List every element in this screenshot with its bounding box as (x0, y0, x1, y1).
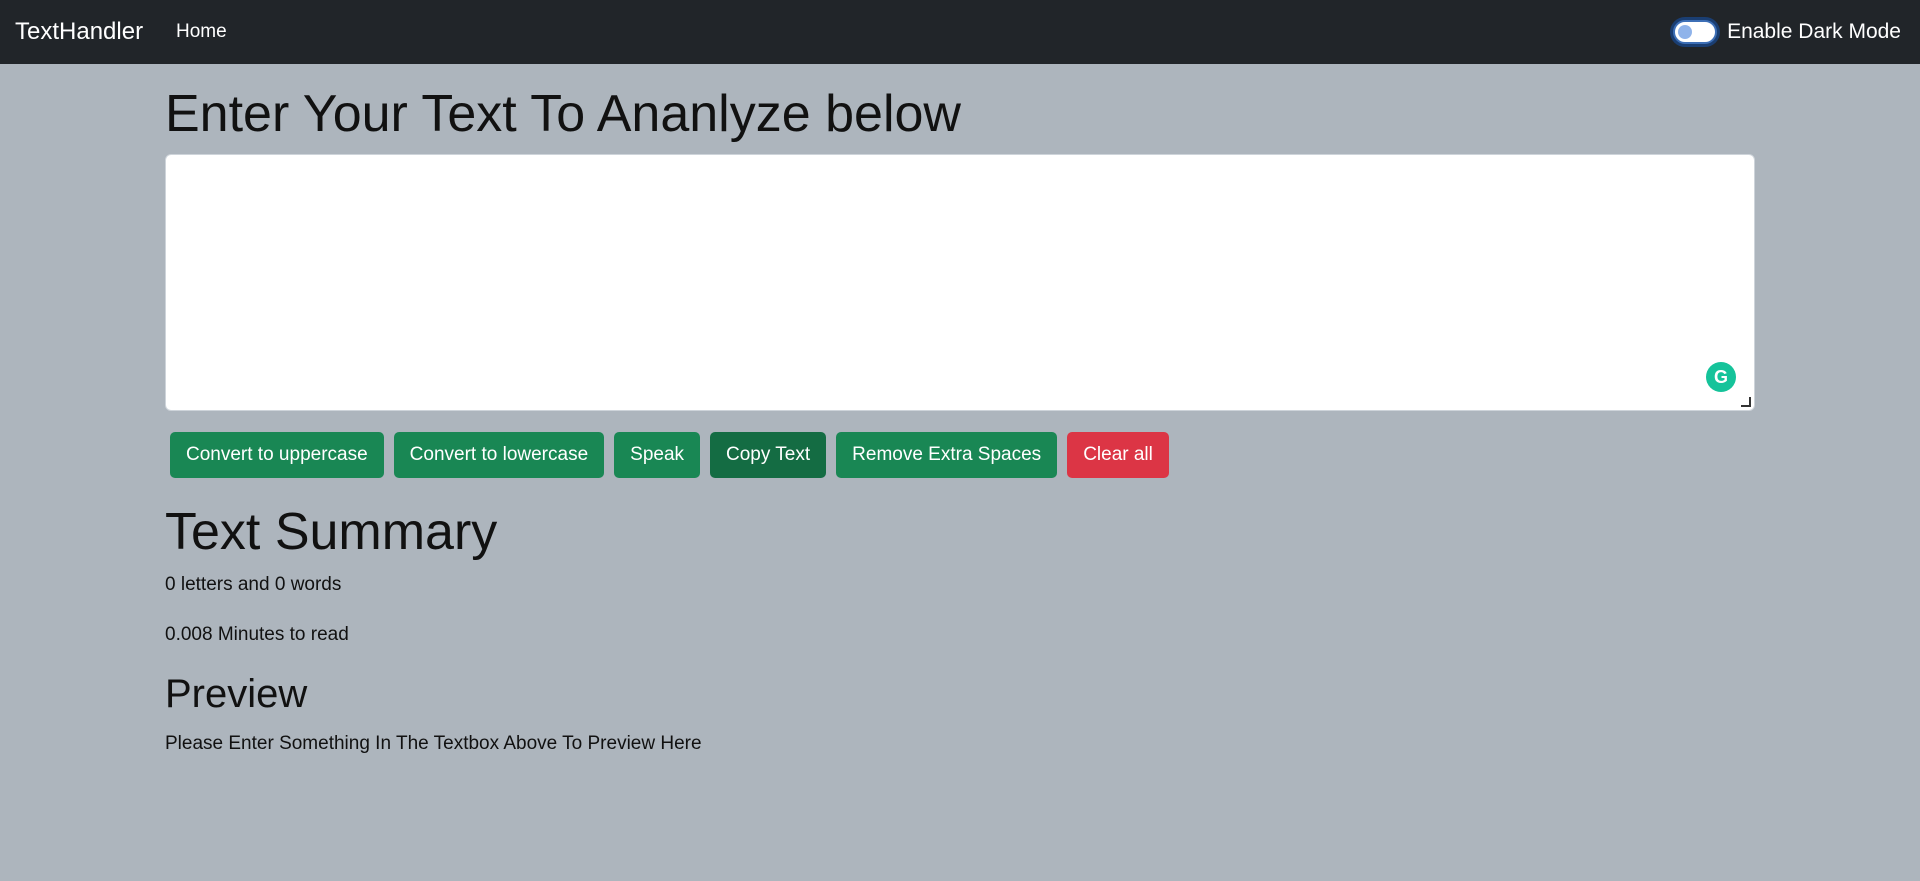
text-input-area[interactable]: G (165, 154, 1755, 411)
copy-text-button[interactable]: Copy Text (710, 432, 827, 478)
navbar: TextHandler Home Enable Dark Mode (0, 0, 1920, 64)
page-title: Enter Your Text To Ananlyze below (165, 85, 961, 143)
grammarly-icon[interactable]: G (1706, 362, 1736, 392)
lowercase-button[interactable]: Convert to lowercase (393, 432, 605, 478)
read-time: 0.008 Minutes to read (165, 624, 349, 645)
uppercase-button[interactable]: Convert to uppercase (170, 432, 384, 478)
preview-text: Please Enter Something In The Textbox Ab… (165, 733, 702, 754)
preview-title: Preview (165, 672, 308, 716)
dark-mode-switch[interactable]: Enable Dark Mode (1673, 20, 1901, 44)
dark-mode-label[interactable]: Enable Dark Mode (1727, 20, 1901, 44)
resize-handle-icon[interactable] (1741, 397, 1751, 407)
nav-home-link[interactable]: Home (176, 21, 227, 43)
speak-button[interactable]: Speak (614, 432, 701, 478)
action-buttons: Convert to uppercase Convert to lowercas… (170, 432, 1179, 478)
remove-extra-spaces-button[interactable]: Remove Extra Spaces (836, 432, 1058, 478)
word-letter-count: 0 letters and 0 words (165, 574, 342, 595)
brand-logo[interactable]: TextHandler (15, 18, 143, 46)
dark-mode-toggle[interactable] (1673, 20, 1718, 44)
summary-title: Text Summary (165, 503, 498, 561)
toggle-knob (1678, 25, 1693, 39)
clear-all-button[interactable]: Clear all (1067, 432, 1169, 478)
